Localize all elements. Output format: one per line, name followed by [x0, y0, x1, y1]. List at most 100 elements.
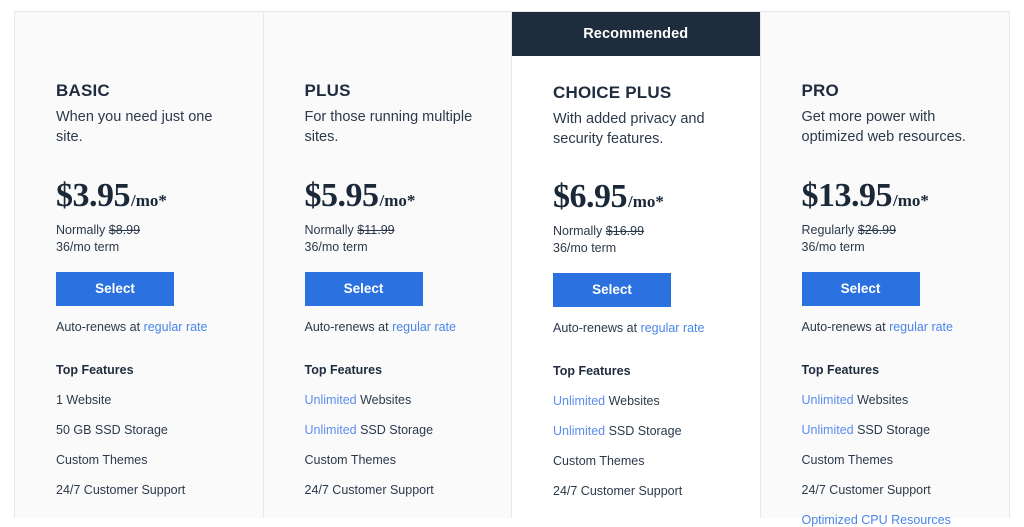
regular-rate-link[interactable]: regular rate: [889, 320, 953, 334]
feature-item: Unlimited SSD Storage: [553, 424, 760, 438]
select-button[interactable]: Select: [304, 272, 423, 307]
feature-item: Unlimited Websites: [305, 393, 512, 407]
feature-text: 24/7 Customer Support: [801, 483, 931, 498]
feature-text: 50 GB SSD Storage: [56, 423, 168, 438]
plan-card-basic: BASIC When you need just one site. $3.95…: [15, 12, 264, 518]
feature-item: 24/7 Customer Support: [802, 483, 1010, 497]
renew-prefix: Auto-renews at: [56, 320, 141, 335]
renew-prefix: Auto-renews at: [801, 320, 886, 335]
renew-note: Auto-renews at regular rate: [305, 320, 512, 334]
feature-text: 1 Website: [56, 393, 112, 408]
feature-item: 24/7 Customer Support: [56, 483, 263, 497]
compare-price: $16.99: [605, 224, 645, 239]
feature-text: Websites: [853, 393, 909, 408]
renew-note: Auto-renews at regular rate: [56, 320, 263, 334]
price-amount: $3.95: [56, 177, 131, 215]
plan-description: With added privacy and security features…: [553, 111, 705, 148]
feature-item: Unlimited SSD Storage: [305, 423, 512, 437]
plan-card-body: BASIC When you need just one site. $3.95…: [56, 12, 263, 497]
price-block: $6.95/mo* Normally $16.99 36/mo term: [553, 180, 760, 256]
feature-highlight: Unlimited: [801, 423, 854, 438]
term-length: 36/mo term: [56, 239, 120, 254]
regular-rate-link[interactable]: regular rate: [392, 320, 456, 334]
plan-card-body: PRO Get more power with optimized web re…: [801, 12, 1010, 527]
feature-text: Custom Themes: [801, 453, 893, 468]
price-note: Normally $11.99 36/mo term: [305, 222, 512, 255]
regular-rate-link[interactable]: regular rate: [641, 321, 705, 335]
select-button[interactable]: Select: [56, 272, 174, 307]
renew-note: Auto-renews at regular rate: [553, 321, 760, 335]
plan-price: $6.95/mo*: [553, 180, 760, 214]
price-period: /mo*: [131, 191, 167, 211]
feature-item: Custom Themes: [553, 454, 760, 468]
feature-item: Unlimited Websites: [802, 393, 1010, 407]
price-note: Normally $16.99 36/mo term: [553, 223, 760, 256]
plan-name: PRO: [801, 81, 839, 100]
feature-item: Custom Themes: [802, 453, 1010, 467]
select-button[interactable]: Select: [553, 273, 671, 308]
features-title: Top Features: [56, 363, 134, 378]
plan-card-pro: PRO Get more power with optimized web re…: [760, 12, 1009, 527]
plan-description: When you need just one site.: [56, 109, 213, 146]
term-length: 36/mo term: [801, 239, 865, 254]
plan-card-plus: PLUS For those running multiple sites. $…: [263, 12, 512, 518]
feature-highlight: Unlimited: [553, 394, 606, 409]
features-title: Top Features: [304, 363, 383, 378]
price-period: /mo*: [379, 191, 416, 211]
feature-highlight: Unlimited: [304, 423, 357, 438]
feature-text: Custom Themes: [553, 454, 645, 469]
compare-label: Normally: [553, 224, 603, 239]
feature-item: 24/7 Customer Support: [305, 483, 512, 497]
feature-text: 24/7 Customer Support: [304, 483, 434, 498]
regular-rate-link[interactable]: regular rate: [144, 320, 208, 334]
price-amount: $6.95: [553, 178, 628, 216]
feature-item: Custom Themes: [56, 453, 263, 467]
feature-text: SSD Storage: [853, 423, 931, 438]
select-button[interactable]: Select: [801, 272, 920, 307]
term-length: 36/mo term: [304, 239, 368, 254]
plan-description: Get more power with optimized web resour…: [801, 109, 966, 146]
plan-price: $3.95/mo*: [56, 179, 263, 213]
renew-prefix: Auto-renews at: [304, 320, 389, 335]
compare-price: $11.99: [357, 223, 395, 238]
plan-card-choice-plus: Recommended CHOICE PLUS With added priva…: [512, 12, 761, 518]
price-block: $3.95/mo* Normally $8.99 36/mo term: [56, 179, 263, 255]
feature-text: 24/7 Customer Support: [553, 484, 683, 499]
price-amount: $13.95: [801, 177, 893, 215]
feature-item: 1 Website: [56, 393, 263, 407]
price-period: /mo*: [628, 192, 664, 212]
feature-item: Unlimited SSD Storage: [802, 423, 1010, 437]
price-block: $5.95/mo* Normally $11.99 36/mo term: [305, 179, 512, 255]
feature-highlight: Unlimited: [553, 424, 606, 439]
price-note: Regularly $26.99 36/mo term: [802, 222, 1010, 255]
renew-note: Auto-renews at regular rate: [802, 320, 1010, 334]
recommended-badge: Recommended: [512, 12, 760, 56]
feature-item[interactable]: Optimized CPU Resources: [802, 513, 1010, 527]
price-block: $13.95/mo* Regularly $26.99 36/mo term: [802, 179, 1010, 255]
feature-text: 24/7 Customer Support: [56, 483, 186, 498]
plan-price: $13.95/mo*: [802, 179, 1010, 213]
term-length: 36/mo term: [553, 240, 617, 255]
feature-highlight: Unlimited: [304, 393, 357, 408]
feature-text: SSD Storage: [356, 423, 434, 438]
feature-item: Custom Themes: [305, 453, 512, 467]
plan-name: PLUS: [304, 81, 351, 100]
feature-highlight: Unlimited: [801, 393, 854, 408]
feature-item: 50 GB SSD Storage: [56, 423, 263, 437]
features-title: Top Features: [553, 364, 631, 379]
feature-text: Custom Themes: [304, 453, 396, 468]
plan-description: For those running multiple sites.: [304, 109, 473, 146]
plan-card-body: PLUS For those running multiple sites. $…: [304, 12, 512, 497]
price-note: Normally $8.99 36/mo term: [56, 222, 263, 255]
price-period: /mo*: [893, 191, 929, 211]
plan-card-body: CHOICE PLUS With added privacy and secur…: [553, 12, 760, 498]
plan-name: BASIC: [56, 81, 110, 100]
renew-prefix: Auto-renews at: [553, 321, 638, 336]
features-title: Top Features: [801, 363, 880, 378]
feature-text: Custom Themes: [56, 453, 148, 468]
pricing-table: BASIC When you need just one site. $3.95…: [14, 11, 1010, 527]
feature-item: Unlimited Websites: [553, 394, 760, 408]
feature-item: 24/7 Customer Support: [553, 484, 760, 498]
compare-label: Normally: [56, 223, 106, 238]
compare-price: $26.99: [857, 223, 897, 238]
